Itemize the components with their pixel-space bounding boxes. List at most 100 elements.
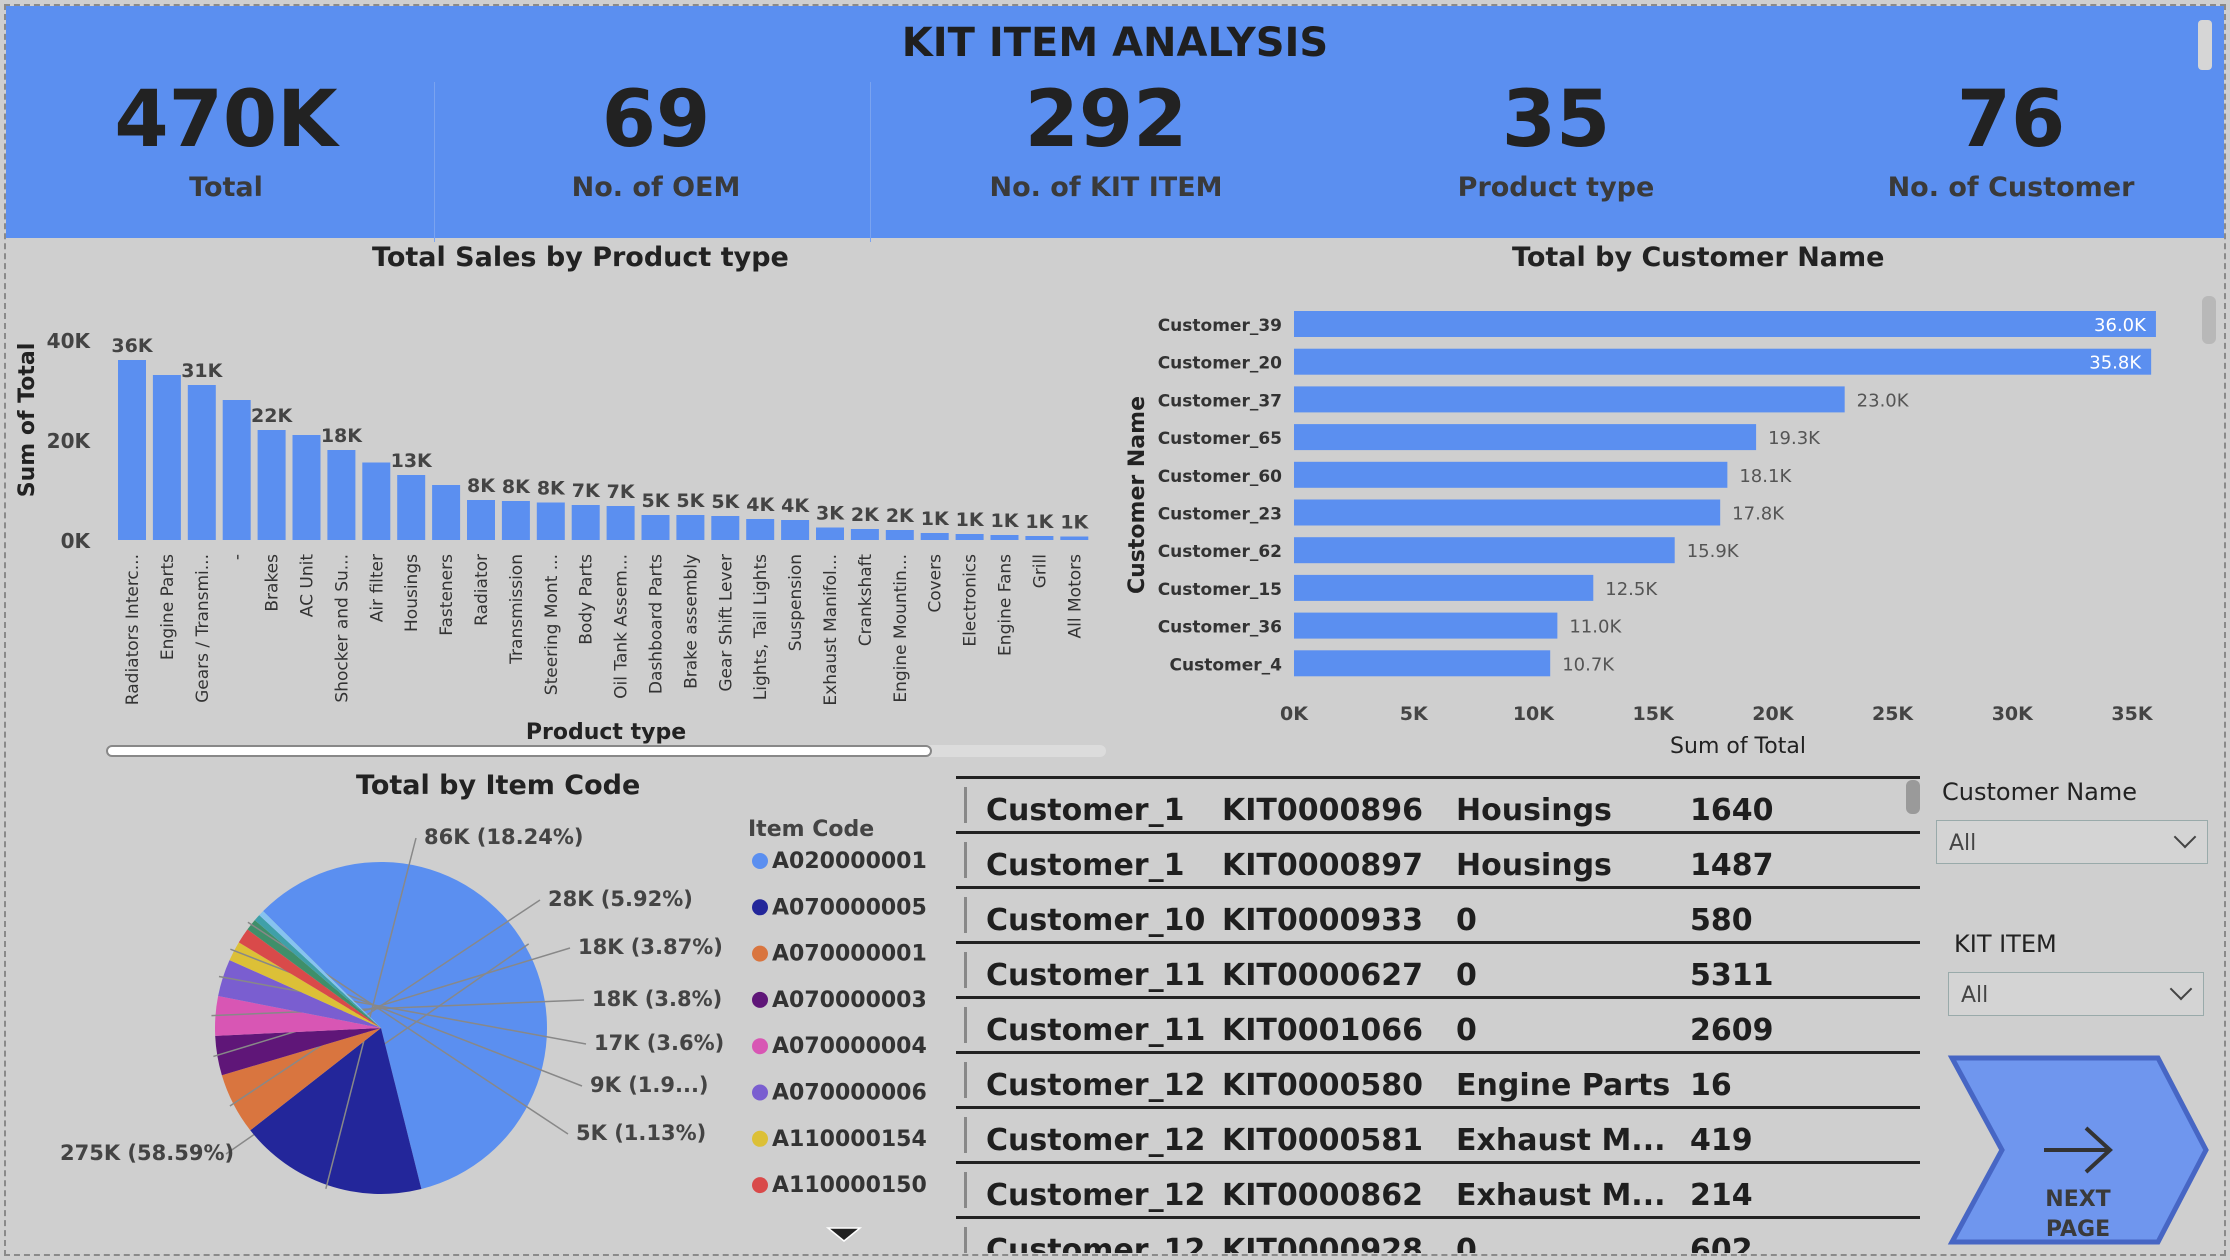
product-bar[interactable] — [362, 462, 391, 541]
table-cell: KIT0000933 — [1222, 903, 1423, 938]
bar-data-label: 3K — [816, 503, 845, 525]
chevron-down-icon — [2173, 825, 2197, 849]
legend-item[interactable]: A070000004 — [772, 1034, 927, 1059]
table-cell: Customer_1 — [986, 848, 1185, 883]
legend-item[interactable]: A070000006 — [772, 1081, 927, 1106]
customer-bar[interactable] — [1294, 499, 1721, 526]
customer-bar[interactable] — [1294, 650, 1551, 677]
product-bar[interactable] — [536, 502, 565, 541]
product-bar[interactable] — [152, 375, 181, 540]
bar-data-label: 31K — [181, 360, 223, 382]
kpi-divider — [434, 82, 435, 242]
legend-item[interactable]: A070000003 — [772, 988, 927, 1013]
kit-filter-dropdown[interactable]: All — [1948, 972, 2204, 1016]
x-tick-label: Gears / Transmi... — [193, 554, 213, 703]
product-bar[interactable] — [641, 515, 670, 540]
bar-data-label: 13K — [391, 450, 433, 472]
customer-bar[interactable] — [1294, 348, 2152, 375]
customer-tick-label: Customer_4 — [1170, 655, 1283, 675]
legend-swatch — [752, 853, 768, 869]
product-bar[interactable] — [781, 520, 810, 540]
product-bar[interactable] — [432, 485, 461, 540]
legend-item[interactable]: A110000150 — [772, 1173, 927, 1198]
customer-bar[interactable] — [1294, 461, 1728, 488]
table-cell: Customer_12 — [986, 1123, 1206, 1158]
row-marker — [964, 897, 967, 933]
product-bar[interactable] — [257, 430, 286, 540]
product-bar[interactable] — [606, 506, 635, 540]
product-bar[interactable] — [397, 475, 426, 540]
product-bar[interactable] — [118, 360, 146, 540]
legend-item[interactable]: A110000154 — [772, 1127, 927, 1152]
bar-data-label: 18K — [321, 425, 363, 447]
customer-data-label: 36.0K — [2094, 315, 2147, 336]
page-scrollbar[interactable] — [2198, 20, 2212, 70]
customer-bar[interactable] — [1294, 574, 1594, 601]
x-tick-label: 30K — [1992, 703, 2034, 725]
table-row[interactable]: Customer_12 KIT0000581 Exhaust M... 419 — [956, 1109, 1920, 1164]
table-row[interactable]: Customer_10 KIT0000933 0 580 — [956, 889, 1920, 944]
product-bar[interactable] — [222, 400, 251, 540]
customer-bar[interactable] — [1294, 612, 1558, 639]
x-tick-label: Body Parts — [577, 554, 597, 645]
product-bar[interactable] — [467, 500, 495, 540]
product-bar[interactable] — [327, 450, 356, 540]
product-bar[interactable] — [850, 529, 879, 540]
customer-bar[interactable] — [1294, 424, 1757, 451]
customer-tick-label: Customer_39 — [1158, 316, 1282, 336]
product-bar[interactable] — [920, 533, 949, 540]
table-row[interactable]: Customer_12 KIT0000580 Engine Parts 16 — [956, 1054, 1920, 1109]
product-bar[interactable] — [292, 435, 321, 540]
product-bar[interactable] — [746, 519, 775, 540]
x-tick-label: 25K — [1872, 703, 1914, 725]
x-tick-label: Engine Mountin... — [891, 554, 911, 703]
x-tick-label: Air filter — [367, 554, 387, 622]
table-cell: 0 — [1456, 958, 1477, 993]
pie-chart-title: Total by Item Code — [356, 770, 641, 801]
table-row[interactable]: Customer_12 KIT0000862 Exhaust M... 214 — [956, 1164, 1920, 1219]
chart-scrollbar[interactable] — [106, 745, 932, 757]
table-row[interactable]: Customer_1 KIT0000896 Housings 1640 — [956, 779, 1920, 834]
table-row[interactable]: Customer_1 KIT0000897 Housings 1487 — [956, 834, 1920, 889]
product-chart-title: Total Sales by Product type — [372, 242, 789, 273]
kpi-divider — [870, 82, 871, 242]
legend-item[interactable]: A070000001 — [772, 942, 927, 967]
kpi-customer-value: 76 — [1956, 75, 2066, 165]
product-bar[interactable] — [885, 530, 914, 540]
page-label: PAGE — [2046, 1217, 2110, 1242]
x-tick-label: Lights, Tail Lights — [751, 554, 771, 700]
product-bar[interactable] — [955, 534, 984, 540]
product-bar[interactable] — [187, 385, 216, 540]
table-row[interactable]: Customer_12 KIT0000928 0 602 — [956, 1219, 1920, 1253]
product-bar[interactable] — [676, 515, 705, 540]
customer-filter-dropdown[interactable]: All — [1936, 820, 2208, 864]
product-bar[interactable] — [711, 516, 740, 540]
product-bar[interactable] — [816, 527, 844, 541]
legend-item[interactable]: A070000005 — [772, 895, 927, 920]
y-tick-label: 20K — [47, 429, 92, 453]
kit-filter-label: KIT ITEM — [1954, 930, 2057, 958]
kit-filter-value: All — [1961, 983, 1989, 1008]
table-row[interactable]: Customer_11 KIT0001066 0 2609 — [956, 999, 1920, 1054]
legend-scroll-down-icon[interactable] — [825, 1227, 863, 1242]
kpi-total: 470K Total — [66, 74, 386, 203]
customer-bar[interactable] — [1294, 311, 2156, 337]
legend-item[interactable]: A020000001 — [772, 849, 927, 874]
customer-bar[interactable] — [1294, 386, 1845, 413]
x-tick-label: Suspension — [786, 554, 806, 651]
x-axis-title: Sum of Total — [1670, 734, 1806, 759]
product-bar[interactable] — [501, 501, 530, 540]
table-row[interactable]: Customer_11 KIT0000627 0 5311 — [956, 944, 1920, 999]
customer-bar[interactable] — [1294, 537, 1675, 564]
table-scrollbar[interactable] — [1906, 780, 1920, 814]
customer-chart-scrollbar[interactable] — [2202, 296, 2216, 344]
table-cell: Engine Parts — [1456, 1068, 1671, 1103]
product-bar[interactable] — [1025, 536, 1054, 540]
detail-table: Customer_1 KIT0000896 Housings 1640 Customer… — [956, 776, 1920, 1253]
product-bar[interactable] — [1060, 536, 1089, 541]
kpi-product-type: 35 Product type — [1396, 74, 1716, 203]
product-bar[interactable] — [571, 505, 600, 540]
row-marker — [964, 1062, 967, 1098]
next-page-button[interactable]: NEXT PAGE — [1944, 1054, 2224, 1250]
product-bar[interactable] — [990, 535, 1019, 540]
